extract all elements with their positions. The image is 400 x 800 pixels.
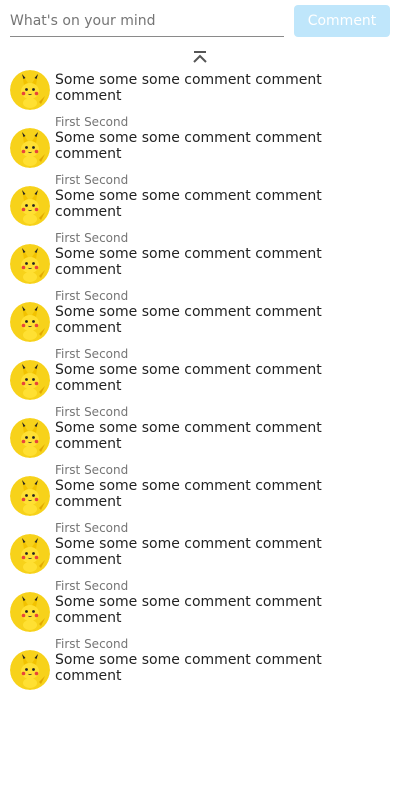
comment-text: Some some some comment comment comment: [55, 420, 322, 452]
comment-text: Some some some comment comment comment: [55, 536, 322, 568]
comment-item: First Second Some some some comment comm…: [0, 637, 400, 708]
comment-text: Some some some comment comment comment: [55, 362, 322, 394]
pikachu-avatar: [10, 128, 50, 168]
comment-list: First Second Some some some comment comm…: [0, 68, 400, 708]
comment-text: Some some some comment comment comment: [55, 188, 322, 220]
pikachu-avatar: [10, 592, 50, 632]
comment-text: Some some some comment comment comment: [55, 478, 322, 510]
comment-author: First Second: [55, 289, 129, 303]
pikachu-avatar: [10, 476, 50, 516]
comment-text: Some some some comment comment comment: [55, 652, 322, 684]
comment-author: First Second: [55, 173, 129, 187]
pikachu-avatar: [10, 186, 50, 226]
pikachu-avatar: [10, 650, 50, 690]
pikachu-avatar: [10, 534, 50, 574]
comment-input[interactable]: [10, 5, 284, 37]
pikachu-avatar: [10, 70, 50, 110]
comment-author: First Second: [55, 579, 129, 593]
comment-text: Some some some comment comment comment: [55, 130, 322, 162]
pikachu-avatar: [10, 302, 50, 342]
comment-author: First Second: [55, 405, 129, 419]
comment-submit-button[interactable]: Comment: [294, 5, 390, 37]
pikachu-avatar: [10, 418, 50, 458]
comment-text: Some some some comment comment comment: [55, 246, 322, 278]
comment-author: First Second: [55, 637, 129, 651]
pikachu-avatar: [10, 360, 50, 400]
comment-composer: Comment: [10, 5, 390, 37]
comment-author: First Second: [55, 463, 129, 477]
comment-author: First Second: [55, 347, 129, 361]
comment-author: First Second: [55, 68, 128, 71]
comment-author: First Second: [55, 115, 129, 129]
collapse-up-icon[interactable]: [190, 47, 210, 67]
comment-text: Some some some comment comment comment: [55, 304, 322, 336]
comment-author: First Second: [55, 231, 129, 245]
comment-author: First Second: [55, 521, 129, 535]
comment-text: Some some some comment comment comment: [55, 594, 322, 626]
pikachu-avatar: [10, 244, 50, 284]
comment-text: Some some some comment comment comment: [55, 72, 322, 104]
